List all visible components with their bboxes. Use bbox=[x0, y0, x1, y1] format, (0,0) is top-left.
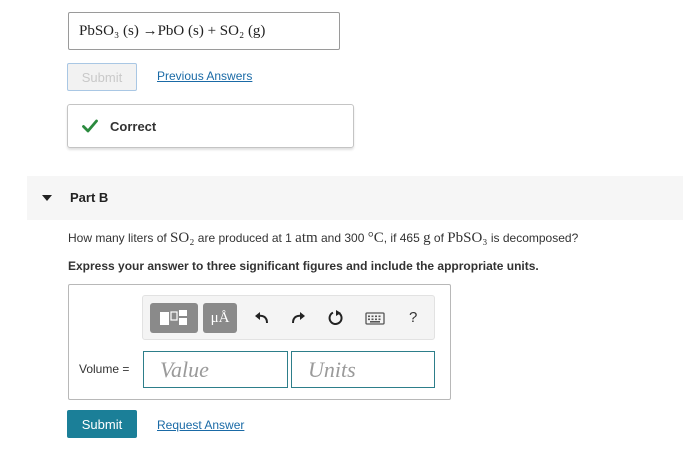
partB-header[interactable] bbox=[27, 176, 683, 220]
collapse-triangle-icon[interactable] bbox=[42, 195, 52, 201]
partA-answer-display: PbSO₃ (s) →PbO (s) + SO₂ (g) bbox=[68, 12, 340, 50]
templates-button[interactable] bbox=[150, 303, 198, 333]
question-text: How many liters of SO₂ are produced at 1… bbox=[68, 230, 579, 246]
partB-title: Part B bbox=[70, 190, 109, 205]
units-input[interactable] bbox=[291, 351, 435, 388]
previous-answers-link[interactable]: Previous Answers bbox=[157, 69, 252, 83]
partA-answer-text: PbSO₃ (s) →PbO (s) + SO₂ (g) bbox=[79, 22, 266, 39]
help-button[interactable]: ? bbox=[409, 309, 417, 326]
volume-label: Volume = bbox=[79, 362, 130, 376]
undo-icon[interactable] bbox=[253, 309, 271, 327]
partB-submit-button[interactable]: Submit bbox=[67, 410, 137, 438]
checkmark-icon bbox=[82, 119, 98, 133]
correct-feedback-box: Correct bbox=[67, 104, 354, 148]
units-button[interactable]: μÅ bbox=[203, 303, 237, 333]
redo-icon[interactable] bbox=[289, 309, 307, 327]
request-answer-link[interactable]: Request Answer bbox=[157, 418, 244, 432]
correct-label: Correct bbox=[110, 118, 157, 134]
instruction-text: Express your answer to three significant… bbox=[68, 259, 539, 273]
reset-icon[interactable] bbox=[327, 309, 345, 327]
units-button-label: μÅ bbox=[210, 309, 230, 326]
partA-submit-button[interactable]: Submit bbox=[67, 63, 137, 91]
keyboard-icon[interactable] bbox=[365, 309, 385, 327]
templates-icon bbox=[160, 310, 187, 325]
partA-submit-label: Submit bbox=[81, 69, 123, 85]
value-input[interactable] bbox=[143, 351, 288, 388]
